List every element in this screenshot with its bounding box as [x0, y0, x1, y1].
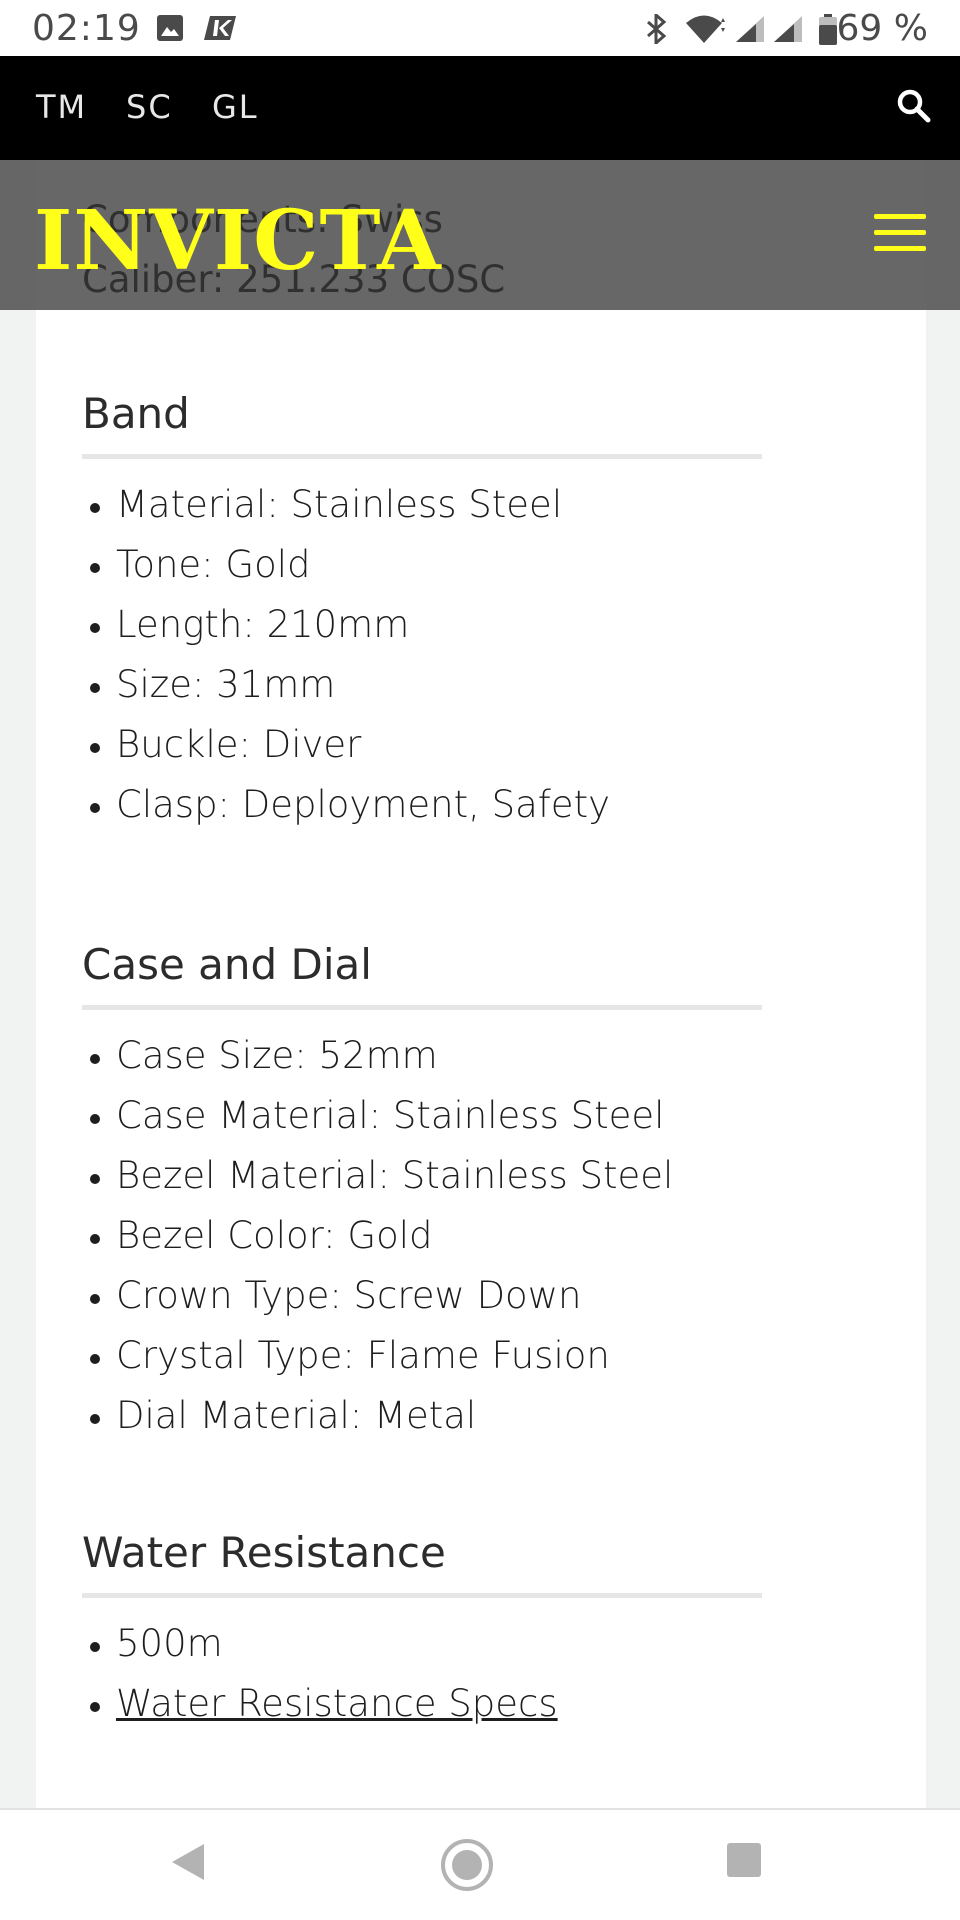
- brand-header: Components: Swiss Caliber: 251.233 COSC …: [0, 160, 960, 310]
- list-item: Bezel Color: Gold: [82, 1206, 762, 1266]
- list-item: Buckle: Diver: [82, 715, 762, 775]
- status-time: 02:19: [32, 8, 141, 49]
- spec-list: Case Size: 52mm Case Material: Stainless…: [82, 1026, 762, 1446]
- section-title: Case and Dial: [82, 940, 372, 989]
- nav-link-tm[interactable]: TM: [36, 88, 87, 126]
- battery-icon: [818, 14, 838, 51]
- water-resistance-section: Water Resistance 500m Water Resistance S…: [82, 1523, 762, 1734]
- list-item: Material: Stainless Steel: [82, 475, 762, 535]
- list-item: Case Size: 52mm: [82, 1026, 762, 1086]
- search-icon[interactable]: [896, 88, 932, 129]
- list-item: Size: 31mm: [82, 655, 762, 715]
- section-title: Water Resistance: [82, 1528, 446, 1577]
- list-item: Crystal Type: Flame Fusion: [82, 1326, 762, 1386]
- invicta-logo[interactable]: INVICTA: [34, 196, 442, 286]
- bluetooth-icon: [644, 11, 668, 49]
- case-dial-section: Case and Dial Case Size: 52mm Case Mater…: [82, 935, 762, 1446]
- nav-link-sc[interactable]: SC: [126, 88, 173, 126]
- spec-list: 500m Water Resistance Specs: [82, 1614, 762, 1734]
- list-item: Dial Material: Metal: [82, 1386, 762, 1446]
- band-section: Band Material: Stainless Steel Tone: Gol…: [82, 384, 762, 835]
- list-item: Clasp: Deployment, Safety: [82, 775, 762, 835]
- status-bar: 02:19 69 %: [0, 0, 960, 56]
- image-icon: [156, 14, 184, 47]
- nav-link-gl[interactable]: GL: [212, 88, 259, 126]
- hamburger-icon[interactable]: [874, 214, 926, 252]
- section-divider: [82, 1593, 762, 1598]
- list-item: Bezel Material: Stainless Steel: [82, 1146, 762, 1206]
- section-title: Band: [82, 389, 190, 438]
- product-specs-card: Band Material: Stainless Steel Tone: Gol…: [36, 160, 926, 1808]
- list-item: Tone: Gold: [82, 535, 762, 595]
- section-divider: [82, 1005, 762, 1010]
- section-divider: [82, 454, 762, 459]
- recents-icon[interactable]: [726, 1842, 762, 1883]
- top-nav: TM SC GL: [0, 56, 960, 160]
- list-item: Length: 210mm: [82, 595, 762, 655]
- water-resistance-specs-link[interactable]: Water Resistance Specs: [116, 1682, 558, 1725]
- spec-list: Material: Stainless Steel Tone: Gold Len…: [82, 475, 762, 835]
- list-item: Crown Type: Screw Down: [82, 1266, 762, 1326]
- system-nav-bar: [0, 1808, 960, 1920]
- signal-icon: [772, 14, 806, 49]
- list-item: Water Resistance Specs: [82, 1674, 762, 1734]
- battery-percent: 69 %: [836, 8, 928, 49]
- home-icon[interactable]: [440, 1838, 494, 1897]
- back-icon[interactable]: [170, 1840, 206, 1889]
- list-item: 500m: [82, 1614, 762, 1674]
- signal-icon: [734, 14, 768, 49]
- list-item: Case Material: Stainless Steel: [82, 1086, 762, 1146]
- app-k-icon: [204, 14, 238, 47]
- wifi-icon: [684, 14, 728, 49]
